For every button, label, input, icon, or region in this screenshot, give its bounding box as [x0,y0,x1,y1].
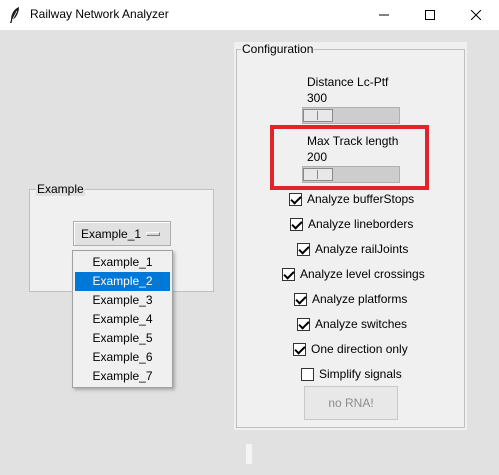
resize-grip[interactable] [246,444,252,464]
checkbox-box[interactable] [290,217,303,231]
maximize-icon [425,10,435,20]
close-icon [471,10,481,20]
checkbox-label: Analyze lineborders [308,217,414,231]
checkbox-switches[interactable]: Analyze switches [297,317,407,331]
checkbox-rail-joints[interactable]: Analyze railJoints [297,242,408,256]
checkbox-lineborders[interactable]: Analyze lineborders [290,217,413,231]
dropdown-item-example-3[interactable]: Example_3 [75,291,170,310]
distance-slider-value: 300 [307,91,328,105]
dropdown-item-example-4[interactable]: Example_4 [75,310,170,329]
minimize-button[interactable] [361,0,407,30]
checkbox-label: Analyze level crossings [300,267,425,281]
checkbox-platforms[interactable]: Analyze platforms [294,292,407,306]
maximize-button[interactable] [407,0,453,30]
checkbox-box[interactable] [293,342,306,356]
dropdown-item-example-5[interactable]: Example_5 [75,329,170,348]
example-dropdown-list[interactable]: Example_1 Example_2 Example_3 Example_4 … [72,250,173,388]
checkbox-simplify-signals[interactable]: Simplify signals [301,367,402,381]
checkbox-label: Analyze railJoints [315,242,409,256]
app-window: Railway Network Analyzer Example Example… [0,0,499,475]
dropdown-item-example-2[interactable]: Example_2 [75,272,170,291]
feather-icon [10,7,19,23]
configuration-group-label: Configuration [241,42,315,56]
checkbox-box[interactable] [297,317,310,331]
title-bar[interactable]: Railway Network Analyzer [0,0,499,30]
checkbox-label: One direction only [311,342,408,356]
window-title: Railway Network Analyzer [30,7,169,21]
checkbox-label: Analyze platforms [312,292,408,306]
example-group-label: Example [36,182,85,196]
option-menu-indicator-icon [146,232,160,236]
checkbox-level-crossings[interactable]: Analyze level crossings [282,267,425,281]
distance-slider[interactable] [302,107,400,124]
minimize-icon [379,14,389,16]
dropdown-item-example-6[interactable]: Example_6 [75,348,170,367]
no-rna-button[interactable]: no RNA! [304,386,398,420]
checkbox-label: Simplify signals [319,367,402,381]
checkbox-box[interactable] [301,367,314,381]
distance-slider-handle[interactable] [303,109,333,122]
close-button[interactable] [453,0,499,30]
dropdown-item-example-7[interactable]: Example_7 [75,367,170,386]
checkbox-label: Analyze bufferStops [307,192,415,206]
checkbox-box[interactable] [297,242,310,256]
dropdown-item-example-1[interactable]: Example_1 [75,253,170,272]
checkbox-label: Analyze switches [315,317,408,331]
checkbox-box[interactable] [294,292,307,306]
highlight-annotation [270,125,429,190]
distance-slider-label: Distance Lc-Ptf [307,75,389,89]
checkbox-buffer-stops[interactable]: Analyze bufferStops [289,192,414,206]
example-option-menu[interactable]: Example_1 [73,221,171,246]
example-selected-value: Example_1 [81,226,142,241]
checkbox-one-direction[interactable]: One direction only [293,342,408,356]
checkbox-box[interactable] [289,192,302,206]
checkbox-box[interactable] [282,267,295,281]
